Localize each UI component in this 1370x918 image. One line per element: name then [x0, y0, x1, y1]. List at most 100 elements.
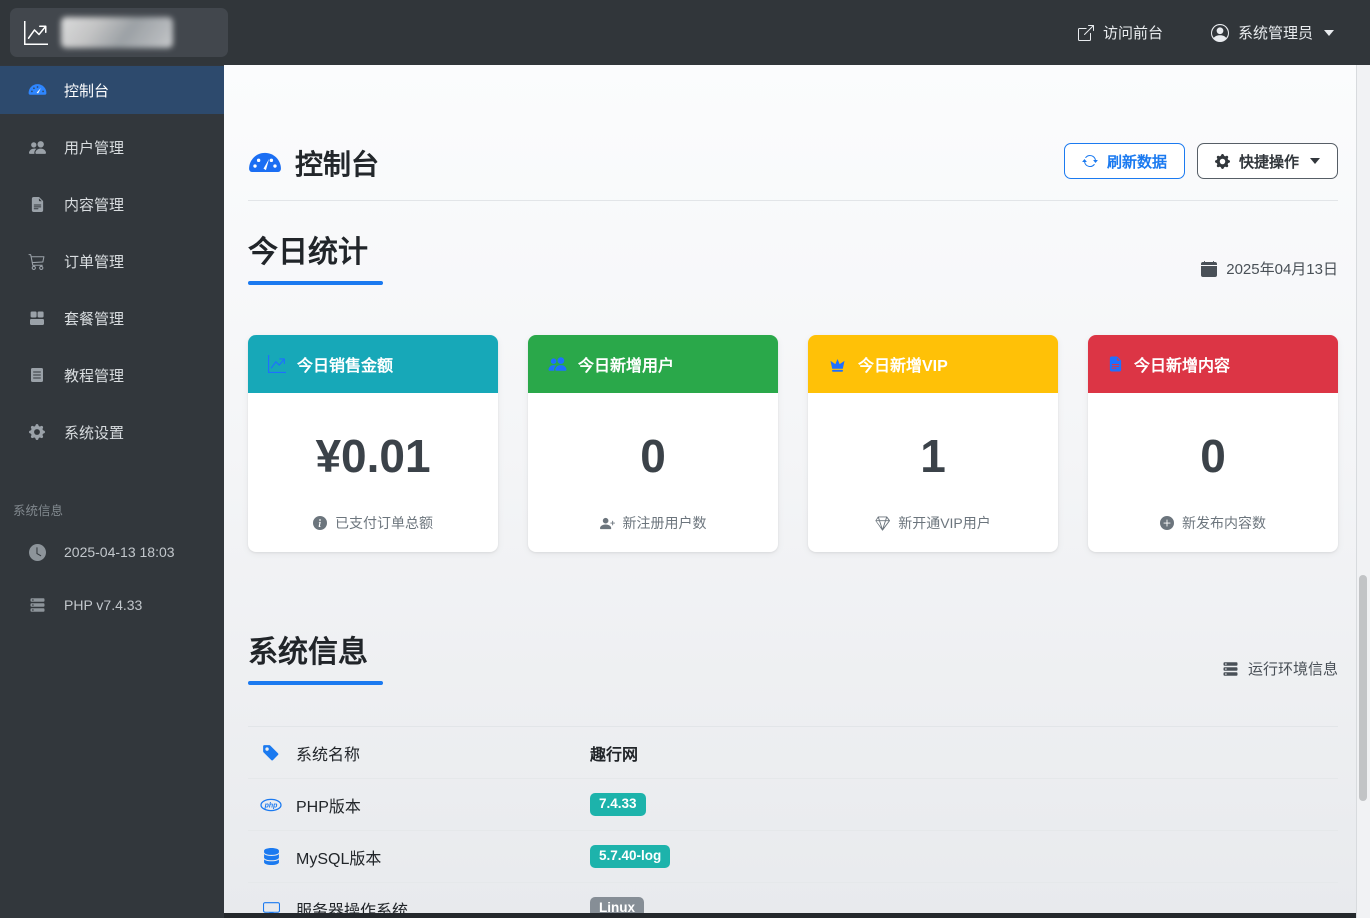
row-label: 系统名称 [296, 746, 361, 764]
gem-icon [875, 515, 891, 531]
today-date-text: 2025年04月13日 [1226, 261, 1338, 278]
runtime-env-label: 运行环境信息 [1222, 658, 1338, 685]
card-footer-text: 新注册用户数 [622, 515, 707, 531]
card-value: ¥0.01 [315, 430, 431, 482]
today-stats-title: 今日统计 [248, 236, 368, 269]
quick-actions-button[interactable]: 快捷操作 [1196, 143, 1338, 179]
users-icon [27, 139, 47, 156]
table-row: php PHP版本 7.4.33 [248, 779, 1338, 831]
sidebar-item-dashboard[interactable]: 控制台 [0, 66, 224, 114]
card-title: 今日新增VIP [858, 358, 948, 375]
card-value: 1 [920, 430, 946, 482]
php-icon: php [260, 798, 282, 812]
admin-label: 系统管理员 [1237, 25, 1313, 42]
quick-actions-label: 快捷操作 [1238, 153, 1299, 171]
card-value: 0 [1200, 430, 1226, 482]
sidebar-item-label: 系统设置 [64, 424, 125, 442]
server-icon [27, 597, 47, 613]
refresh-icon [1082, 153, 1098, 169]
sidebar-item-settings[interactable]: 系统设置 [0, 408, 224, 456]
crown-icon [828, 356, 847, 373]
file-icon [27, 196, 47, 213]
card-title: 今日新增内容 [1134, 358, 1231, 375]
info-circle-icon [313, 516, 327, 530]
visit-frontend-link[interactable]: 访问前台 [1077, 22, 1163, 43]
boxes-icon [27, 310, 47, 326]
sidebar-info-time-label: 2025-04-13 18:03 [64, 544, 175, 560]
gear-icon [27, 424, 47, 440]
scrollbar-thumb[interactable] [1359, 575, 1367, 801]
stat-card-new-vip: 今日新增VIP 1 新开通VIP用户 [808, 335, 1058, 552]
card-title: 今日销售金额 [297, 358, 394, 375]
card-footer: 新注册用户数 [528, 513, 778, 533]
plus-circle-icon [1160, 516, 1174, 530]
sidebar-info-php: PHP v7.4.33 [0, 585, 224, 625]
admin-menu[interactable]: 系统管理员 [1210, 22, 1334, 43]
stat-card-new-content: 今日新增内容 0 新发布内容数 [1088, 335, 1338, 552]
runtime-env-text: 运行环境信息 [1247, 661, 1338, 678]
page-title: 控制台 [248, 143, 379, 183]
sidebar: 控制台 用户管理 内容管理 订单管理 套餐管理 教程管理 系统设置 系统信息 2… [0, 65, 224, 918]
sidebar-info-php-label: PHP v7.4.33 [64, 597, 143, 613]
stat-cards: 今日销售金额 ¥0.01 已支付订单总额 今日新增用户 0 新注册用户数 今日新… [248, 335, 1338, 552]
card-footer-text: 新发布内容数 [1182, 515, 1266, 531]
page-title-text: 控制台 [295, 149, 380, 180]
today-date: 2025年04月13日 [1201, 258, 1338, 285]
users-icon [548, 355, 567, 373]
user-plus-icon [599, 516, 615, 531]
sidebar-item-label: 订单管理 [64, 253, 125, 271]
table-row: MySQL版本 5.7.40-log [248, 831, 1338, 883]
header-divider [248, 200, 1338, 201]
database-icon [260, 848, 282, 865]
person-circle-icon [1210, 23, 1229, 42]
sidebar-item-label: 用户管理 [64, 139, 125, 157]
title-underline [248, 281, 383, 285]
clock-icon [27, 543, 47, 561]
sidebar-item-label: 内容管理 [64, 196, 125, 214]
sidebar-item-users[interactable]: 用户管理 [0, 123, 224, 171]
scrollbar-track[interactable] [1356, 65, 1370, 918]
card-footer: 新开通VIP用户 [808, 513, 1058, 533]
sidebar-item-label: 教程管理 [64, 367, 125, 385]
sidebar-item-label: 控制台 [64, 82, 110, 100]
logo-box[interactable] [10, 8, 228, 57]
system-info-header: 系统信息 运行环境信息 [248, 627, 1338, 685]
refresh-button-label: 刷新数据 [1106, 153, 1167, 171]
sidebar-item-label: 套餐管理 [64, 310, 125, 328]
calendar-icon [1201, 260, 1218, 277]
refresh-data-button[interactable]: 刷新数据 [1063, 143, 1185, 179]
tachometer-icon [248, 151, 282, 176]
chevron-down-icon [1324, 29, 1334, 36]
tag-icon [260, 744, 282, 762]
bottom-edge-strip [224, 913, 1356, 918]
title-underline [248, 681, 383, 685]
card-title: 今日新增用户 [578, 358, 675, 375]
today-stats-header: 今日统计 2025年04月13日 [248, 227, 1338, 285]
sidebar-info-time: 2025-04-13 18:03 [0, 532, 224, 572]
sidebar-item-packages[interactable]: 套餐管理 [0, 294, 224, 342]
server-icon [1222, 661, 1239, 677]
card-value: 0 [640, 430, 666, 482]
card-footer: 新发布内容数 [1088, 513, 1338, 533]
row-label: MySQL版本 [296, 850, 382, 868]
chart-line-icon [24, 20, 48, 45]
cart-icon [27, 253, 47, 270]
card-footer: 已支付订单总额 [248, 513, 498, 533]
external-link-icon [1077, 24, 1094, 41]
sidebar-item-content[interactable]: 内容管理 [0, 180, 224, 228]
main-content: 控制台 刷新数据 快捷操作 今日统计 2025年04月13日 今日销售金额 ¥0… [224, 65, 1356, 918]
stat-card-new-users: 今日新增用户 0 新注册用户数 [528, 335, 778, 552]
file-icon [1108, 355, 1123, 373]
row-value: 趣行网 [590, 746, 639, 764]
svg-text:php: php [264, 802, 279, 809]
page-header: 控制台 刷新数据 快捷操作 [248, 65, 1338, 183]
table-row: 系统名称 趣行网 [248, 727, 1338, 779]
system-info-table: 系统名称 趣行网 php PHP版本 7.4.33 MySQL版本 5.7.40… [248, 727, 1338, 918]
sidebar-item-orders[interactable]: 订单管理 [0, 237, 224, 285]
book-icon [27, 367, 47, 383]
chart-line-icon [268, 355, 286, 373]
version-badge: 5.7.40-log [590, 845, 671, 868]
stat-card-sales: 今日销售金额 ¥0.01 已支付订单总额 [248, 335, 498, 552]
sidebar-item-tutorials[interactable]: 教程管理 [0, 351, 224, 399]
row-label: PHP版本 [296, 798, 361, 816]
